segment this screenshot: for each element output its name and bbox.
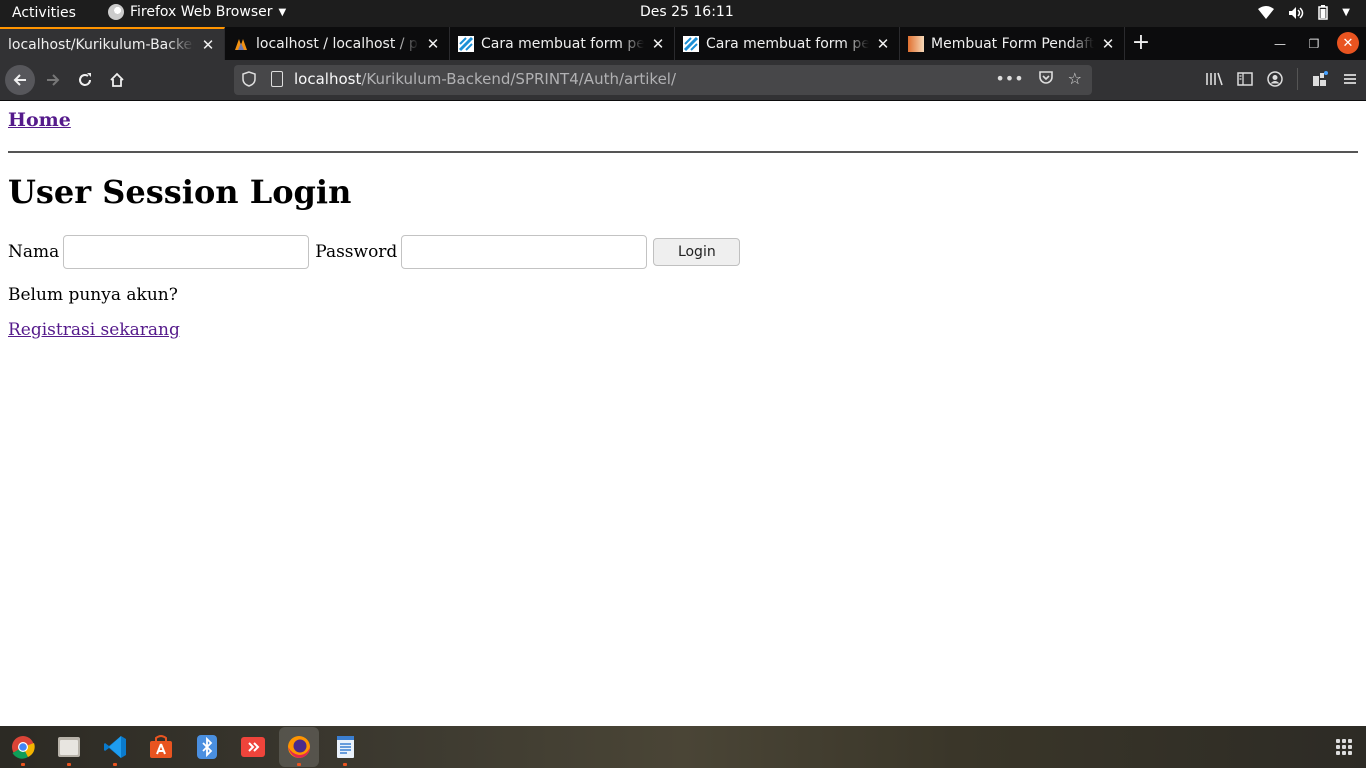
sidebar-icon[interactable]	[1237, 71, 1253, 87]
app-menu[interactable]: Firefox Web Browser ▼	[108, 4, 286, 20]
new-tab-button[interactable]: +	[1130, 27, 1152, 60]
software-icon[interactable]	[147, 733, 175, 761]
arrow-right-icon	[47, 74, 60, 86]
tab-title: Membuat Form Pendafta	[931, 35, 1094, 52]
site-favicon-icon	[908, 35, 924, 52]
activities-button[interactable]: Activities	[12, 5, 76, 21]
battery-icon	[1318, 5, 1329, 20]
account-icon[interactable]	[1267, 71, 1283, 87]
tab-phpmyadmin[interactable]: localhost / localhost / po ✕	[225, 27, 450, 60]
system-menu-icon: ▼	[1342, 7, 1350, 18]
close-icon[interactable]: ✕	[875, 35, 891, 53]
tab-cara-membuat-1[interactable]: Cara membuat form pen ✕	[450, 27, 675, 60]
forward-button[interactable]	[38, 65, 68, 95]
chevron-down-icon: ▼	[278, 6, 287, 18]
password-label: Password	[315, 242, 398, 262]
url-bar[interactable]: localhost/Kurikulum-Backend/SPRINT4/Auth…	[234, 65, 1092, 95]
login-button[interactable]: Login	[653, 238, 741, 266]
text-editor-icon[interactable]	[331, 733, 359, 761]
url-text[interactable]: localhost/Kurikulum-Backend/SPRINT4/Auth…	[294, 70, 676, 88]
close-window-button[interactable]: ✕	[1337, 32, 1359, 54]
url-host: localhost	[294, 70, 362, 88]
reload-button[interactable]	[70, 65, 100, 95]
running-indicator	[21, 763, 25, 766]
anydesk-icon[interactable]	[239, 733, 267, 761]
restore-button[interactable]: ❐	[1299, 27, 1329, 60]
running-indicator	[113, 763, 117, 766]
tab-title: localhost/Kurikulum-Backend	[8, 36, 194, 53]
divider	[8, 151, 1358, 153]
url-actions: ••• ☆	[995, 69, 1082, 88]
bookmark-star-icon[interactable]: ☆	[1068, 69, 1082, 88]
register-link[interactable]: Registrasi sekarang	[8, 320, 180, 340]
volume-icon	[1289, 6, 1304, 19]
navigation-toolbar: localhost/Kurikulum-Backend/SPRINT4/Auth…	[0, 60, 1366, 101]
home-icon	[110, 72, 124, 87]
shield-icon[interactable]	[242, 71, 256, 87]
url-path: /Kurikulum-Backend/SPRINT4/Auth/artikel/	[361, 70, 677, 88]
nama-input[interactable]	[63, 235, 310, 269]
close-icon[interactable]: ✕	[200, 36, 216, 54]
pocket-icon[interactable]	[1038, 69, 1054, 85]
tab-title: Cara membuat form pen	[481, 35, 644, 52]
phpmyadmin-icon	[235, 38, 247, 50]
site-favicon-icon	[458, 35, 474, 52]
tab-title: localhost / localhost / po	[256, 35, 419, 52]
firefox-icon	[108, 4, 124, 20]
page-title: User Session Login	[8, 173, 352, 211]
library-icon[interactable]	[1205, 71, 1223, 87]
reload-icon	[79, 73, 91, 86]
chrome-icon[interactable]	[9, 733, 37, 761]
system-tray[interactable]: ▼	[1258, 5, 1350, 20]
show-applications-icon[interactable]	[1336, 739, 1352, 755]
close-icon[interactable]: ✕	[1100, 35, 1116, 53]
toolbar-right	[1205, 68, 1358, 90]
running-indicator	[67, 763, 71, 766]
home-link[interactable]: Home	[8, 109, 71, 131]
tab-bar: localhost/Kurikulum-Backend ✕ localhost …	[0, 27, 1366, 60]
toolbar-separator	[1297, 68, 1298, 90]
page-content: Home User Session Login Nama Password Lo…	[0, 101, 1366, 726]
page-info-icon[interactable]	[271, 71, 283, 87]
app-menu-label: Firefox Web Browser	[130, 4, 273, 20]
dock	[0, 726, 1366, 768]
firefox-icon[interactable]	[285, 733, 313, 761]
vscode-icon[interactable]	[101, 733, 129, 761]
home-button[interactable]	[102, 65, 132, 95]
nama-label: Nama	[8, 242, 60, 262]
running-indicator	[343, 763, 347, 766]
running-indicator	[297, 763, 301, 766]
hamburger-menu-icon[interactable]	[1342, 71, 1358, 87]
back-button[interactable]	[5, 65, 35, 95]
no-account-text: Belum punya akun?	[8, 285, 178, 305]
tab-cara-membuat-2[interactable]: Cara membuat form pen ✕	[675, 27, 900, 60]
site-favicon-icon	[683, 35, 699, 52]
login-form: Nama Password Login	[8, 235, 741, 269]
more-actions-icon[interactable]: •••	[995, 69, 1023, 88]
arrow-left-icon	[13, 74, 26, 86]
tab-membuat-form[interactable]: Membuat Form Pendafta ✕	[900, 27, 1125, 60]
system-top-bar: Activities Firefox Web Browser ▼ Des 25 …	[0, 0, 1366, 27]
tab-title: Cara membuat form pen	[706, 35, 869, 52]
minimize-button[interactable]: —	[1265, 27, 1295, 60]
clock[interactable]: Des 25 16:11	[640, 4, 734, 20]
bluetooth-icon[interactable]	[193, 733, 221, 761]
close-icon[interactable]: ✕	[425, 35, 441, 53]
tab-kurikulum[interactable]: localhost/Kurikulum-Backend ✕	[0, 27, 225, 60]
password-input[interactable]	[401, 235, 648, 269]
close-icon[interactable]: ✕	[650, 35, 666, 53]
wifi-icon	[1258, 5, 1275, 19]
extensions-icon[interactable]	[1312, 71, 1328, 87]
files-icon[interactable]	[55, 733, 83, 761]
